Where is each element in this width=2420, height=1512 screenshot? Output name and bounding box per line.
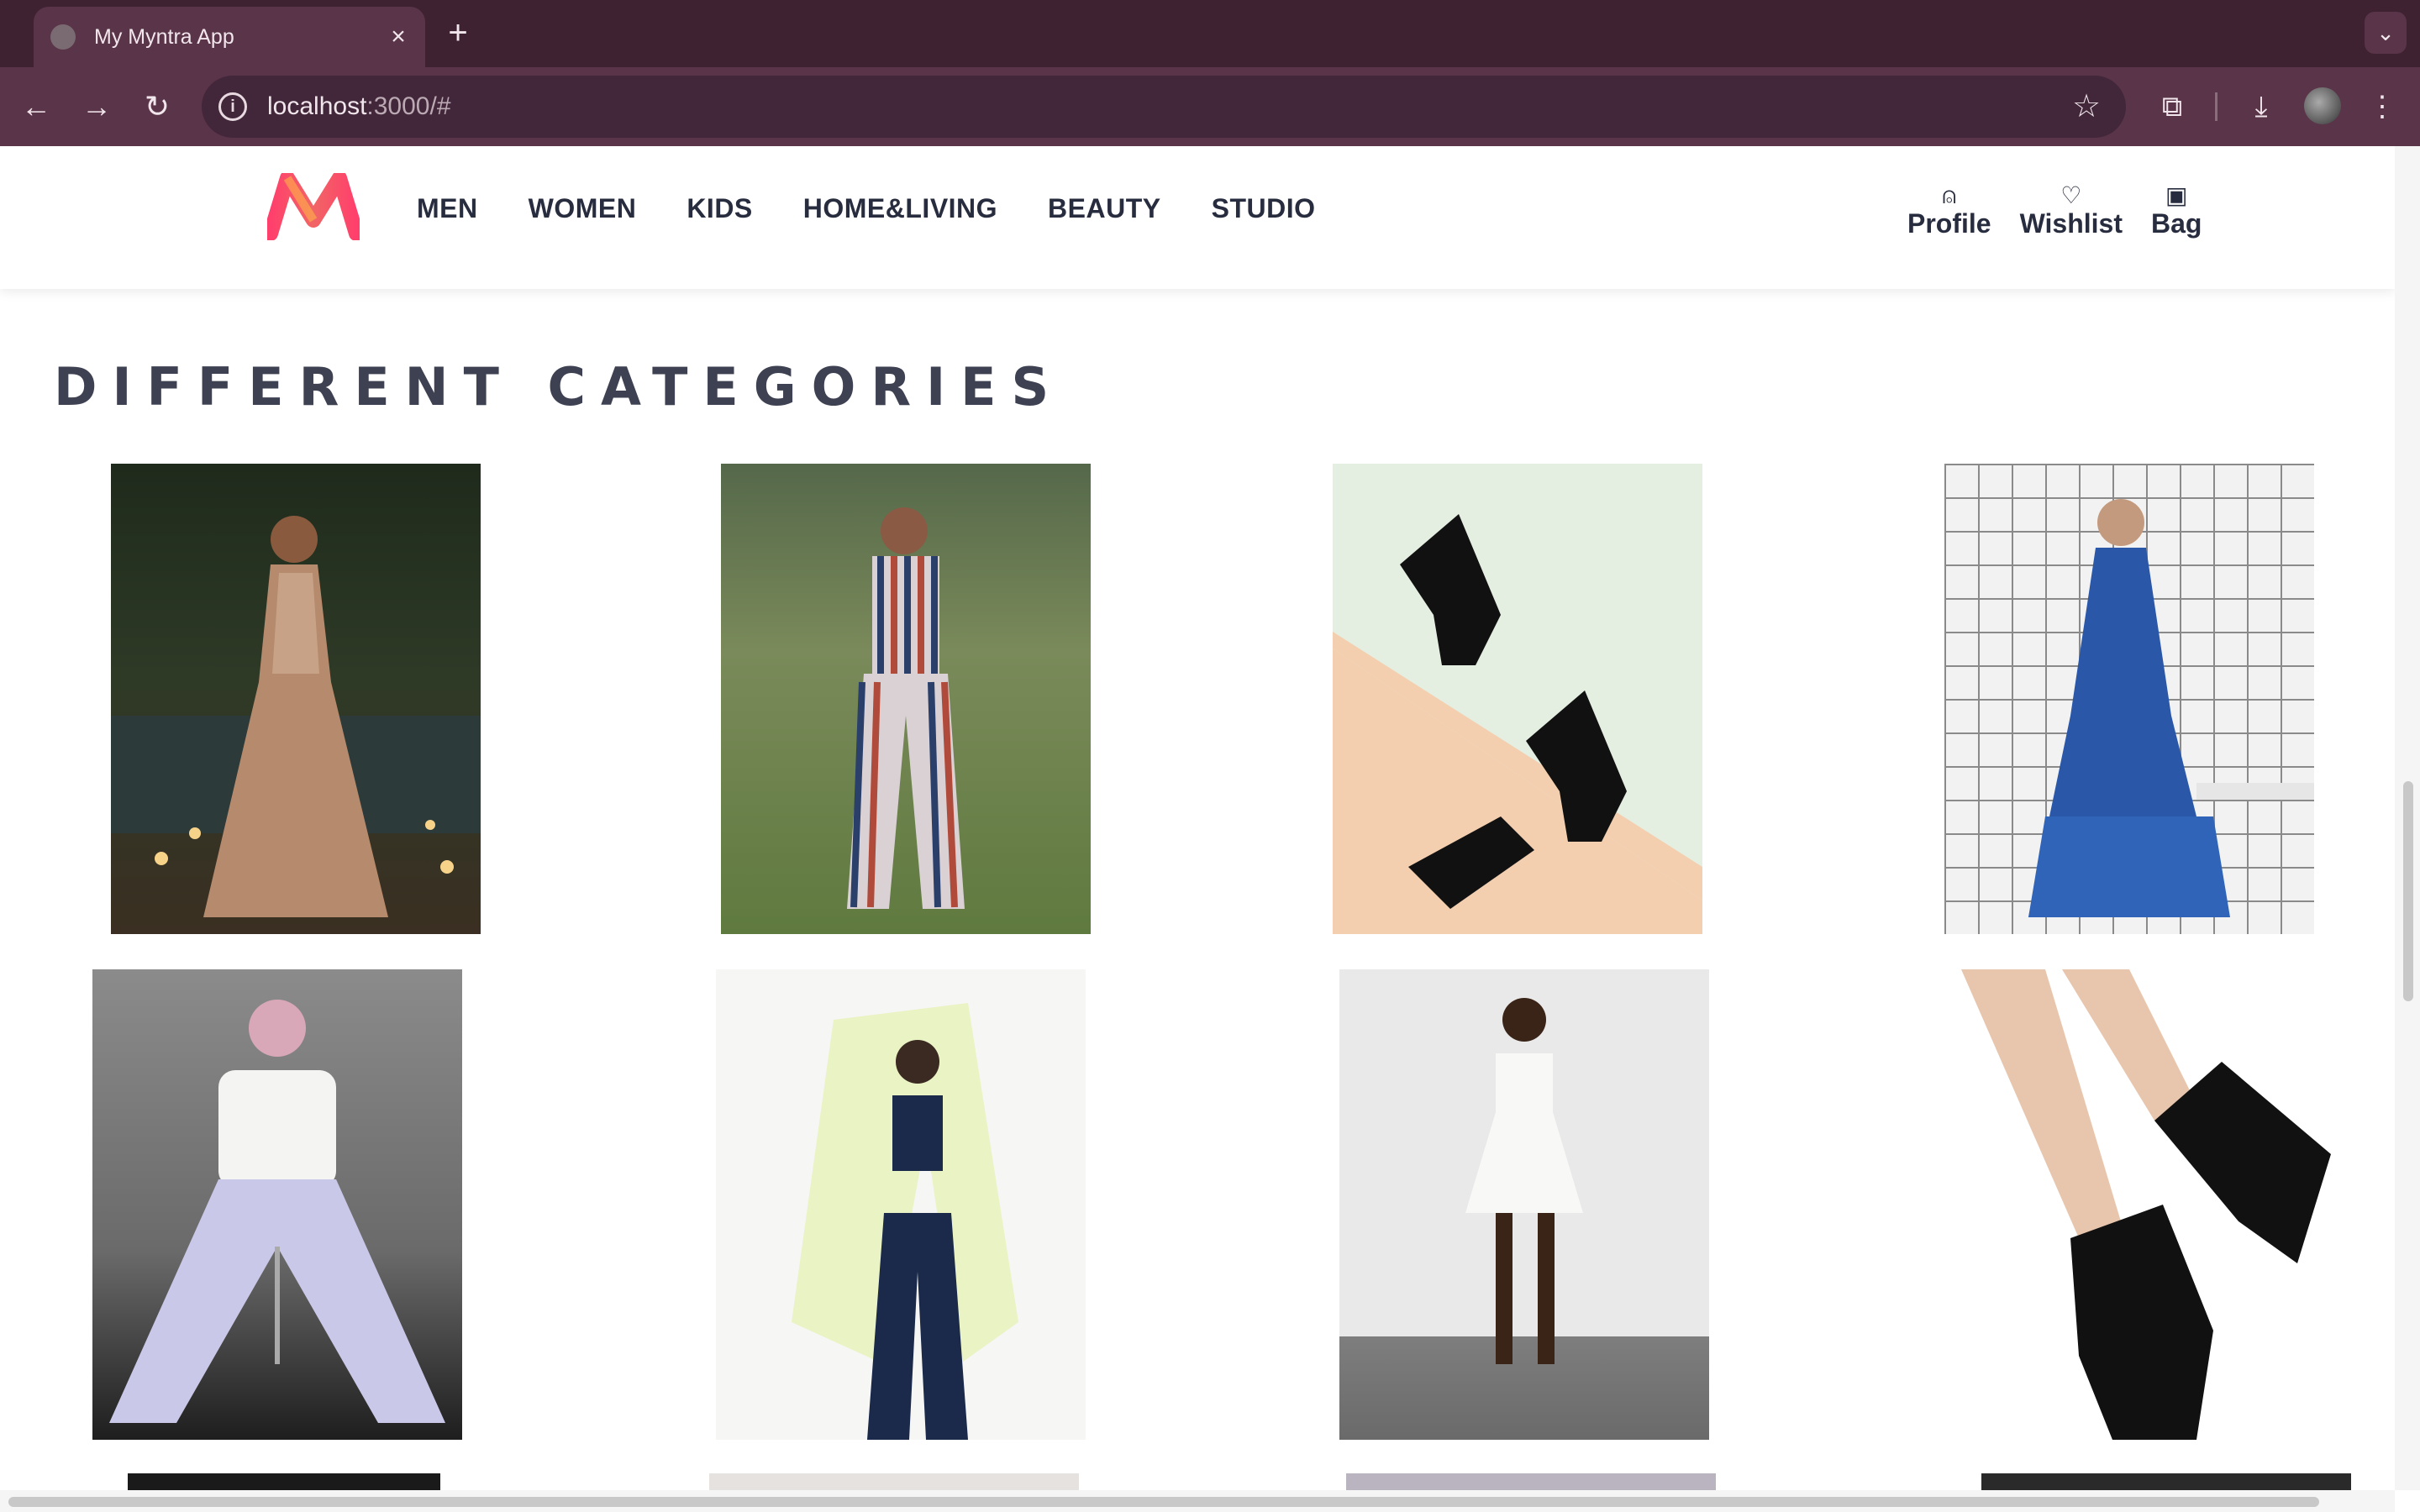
back-button[interactable]: ← xyxy=(13,84,59,129)
category-tile[interactable] xyxy=(1944,969,2331,1440)
nav-women[interactable]: WOMEN xyxy=(529,193,637,224)
favicon-icon xyxy=(50,24,76,50)
nav-kids[interactable]: KIDS xyxy=(687,193,752,224)
browser-chrome: My Myntra App × + ⌄ ← → ↻ i localhost:30… xyxy=(0,0,2420,146)
category-tile[interactable] xyxy=(721,464,1091,934)
lehenga-model-image xyxy=(111,516,481,917)
close-tab-icon[interactable]: × xyxy=(380,24,417,50)
browser-tab[interactable]: My Myntra App × xyxy=(34,7,425,67)
profile-button[interactable]: ⍝ Profile xyxy=(1907,183,1991,239)
extensions-icon[interactable]: ⧉ xyxy=(2149,84,2195,129)
category-tile[interactable] xyxy=(128,1473,440,1490)
white-top-jeans-image xyxy=(109,1000,445,1423)
address-bar[interactable]: i localhost:3000/# ☆ xyxy=(202,76,2126,138)
toolbar-divider xyxy=(2215,92,2217,121)
category-tile[interactable] xyxy=(1981,1473,2351,1490)
category-tile[interactable] xyxy=(92,969,462,1440)
browser-toolbar: ← → ↻ i localhost:3000/# ☆ ⧉ ⤓ ⋮ xyxy=(0,67,2420,146)
page-viewport: MEN WOMEN KIDS HOME&LIVING BEAUTY STUDIO… xyxy=(0,146,2395,1490)
blue-tiered-dress-image xyxy=(2028,499,2314,917)
bookmark-star-icon[interactable]: ☆ xyxy=(2065,86,2107,128)
bag-icon: ▣ xyxy=(2165,182,2188,208)
vertical-scrollbar[interactable] xyxy=(2395,146,2420,1490)
url-text: localhost:3000/# xyxy=(267,92,451,120)
profile-label: Profile xyxy=(1907,208,1991,239)
nav-studio[interactable]: STUDIO xyxy=(1212,193,1316,224)
download-icon[interactable]: ⤓ xyxy=(2238,84,2284,129)
platform-heels-image xyxy=(1961,969,2331,1440)
white-dress-image xyxy=(1465,998,1583,1364)
category-tile[interactable] xyxy=(716,969,1086,1440)
striped-jumpsuit-image xyxy=(847,507,965,909)
category-tile[interactable] xyxy=(1333,464,1702,934)
header-actions: ⍝ Profile ♡ Wishlist ▣ Bag xyxy=(1907,183,2202,239)
tab-search-button[interactable]: ⌄ xyxy=(2365,12,2407,54)
reload-button[interactable]: ↻ xyxy=(134,84,180,129)
block-heel-sandals-image xyxy=(1333,514,1702,934)
category-tile[interactable] xyxy=(1339,969,1709,1440)
bag-button[interactable]: ▣ Bag xyxy=(2151,183,2202,239)
tab-title: My Myntra App xyxy=(94,24,234,49)
profile-avatar[interactable] xyxy=(2304,87,2341,124)
category-tile[interactable] xyxy=(1346,1473,1716,1490)
wishlist-label: Wishlist xyxy=(2019,208,2123,239)
forward-button[interactable]: → xyxy=(74,84,119,129)
section-title: DIFFERENT CATEGORIES xyxy=(54,356,1065,417)
category-tile[interactable] xyxy=(111,464,481,934)
category-tile[interactable] xyxy=(1944,464,2314,934)
site-info-icon[interactable]: i xyxy=(218,92,247,121)
nav-beauty[interactable]: BEAUTY xyxy=(1048,193,1161,224)
horizontal-scrollbar[interactable] xyxy=(0,1490,2395,1512)
bag-label: Bag xyxy=(2150,208,2202,239)
sports-jacket-image xyxy=(792,1003,1018,1440)
scrollbar-thumb[interactable] xyxy=(2403,781,2413,1001)
tab-strip: My Myntra App × + ⌄ xyxy=(0,0,2420,67)
site-header: MEN WOMEN KIDS HOME&LIVING BEAUTY STUDIO… xyxy=(0,146,2395,289)
main-nav: MEN WOMEN KIDS HOME&LIVING BEAUTY STUDIO xyxy=(417,193,1316,224)
nav-home-living[interactable]: HOME&LIVING xyxy=(803,193,997,224)
category-tile[interactable] xyxy=(709,1473,1079,1490)
horizontal-scrollbar-thumb[interactable] xyxy=(8,1497,2319,1507)
new-tab-button[interactable]: + xyxy=(437,12,479,54)
nav-men[interactable]: MEN xyxy=(417,193,478,224)
myntra-logo-icon[interactable] xyxy=(267,173,360,240)
wishlist-button[interactable]: ♡ Wishlist xyxy=(2020,183,2123,239)
menu-kebab-icon[interactable]: ⋮ xyxy=(2360,84,2405,129)
user-icon: ⍝ xyxy=(1942,182,1957,208)
heart-icon: ♡ xyxy=(2060,182,2082,208)
